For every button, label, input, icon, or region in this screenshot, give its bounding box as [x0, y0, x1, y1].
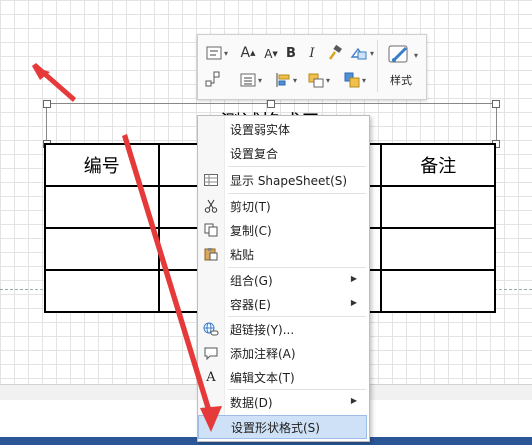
annotation-arrow-head [32, 66, 50, 80]
menu-separator [228, 267, 366, 268]
paste-icon [203, 246, 219, 262]
submenu-arrow-icon: ▶ [350, 274, 357, 283]
menu-item-set-composite[interactable]: 设置复合 [198, 142, 367, 164]
resize-handle[interactable] [43, 100, 51, 108]
arrange-button[interactable]: ▾ [340, 70, 370, 90]
shrink-font-icon: A [264, 47, 273, 61]
position-button[interactable]: ▾ [305, 70, 333, 90]
grow-font-icon: A [240, 45, 251, 61]
chevron-down-icon: ▾ [257, 75, 262, 85]
table-cell[interactable] [44, 185, 160, 229]
shapes-icon [350, 47, 367, 60]
menu-item-container[interactable]: 容器(E) ▶ [198, 293, 367, 315]
chevron-down-icon: ▾ [413, 50, 418, 60]
submenu-arrow-icon: ▶ [350, 298, 357, 307]
menu-item-set-weak-entity[interactable]: 设置弱实体 [198, 118, 367, 140]
toolbar-divider [377, 40, 378, 92]
format-painter-icon [328, 45, 342, 60]
edit-text-icon: A [206, 369, 216, 385]
menu-item-data[interactable]: 数据(D) ▶ [198, 391, 367, 413]
annotation-arrow-shaft [32, 63, 76, 102]
align-icon [276, 73, 290, 87]
text-block-button[interactable]: ▾ [202, 43, 232, 63]
table-cell[interactable] [380, 227, 496, 271]
paragraph-button[interactable]: ▾ [236, 70, 266, 90]
styles-button[interactable]: ▾ [385, 40, 419, 70]
menu-item-copy[interactable]: 复制(C) [198, 219, 367, 241]
table-cell[interactable] [44, 269, 160, 313]
menu-separator [228, 316, 366, 317]
chevron-down-icon: ▾ [292, 75, 297, 85]
connector-icon [205, 71, 220, 87]
chevron-down-icon: ▾ [325, 75, 330, 85]
paragraph-icon [240, 73, 256, 87]
table-cell[interactable] [44, 227, 160, 271]
table-cell[interactable] [380, 269, 496, 313]
menu-separator [228, 166, 366, 167]
hyperlink-icon [203, 321, 219, 337]
comment-icon [203, 345, 219, 361]
table-cell[interactable] [380, 185, 496, 229]
submenu-arrow-icon: ▶ [350, 396, 357, 405]
menu-item-format-shape[interactable]: 设置形状格式(S) [198, 415, 367, 439]
chevron-down-icon: ▾ [361, 75, 366, 85]
bold-icon: B [286, 45, 296, 61]
menu-item-add-comment[interactable]: 添加注释(A) [198, 342, 367, 364]
resize-handle[interactable] [492, 100, 500, 108]
chevron-down-icon: ▾ [369, 48, 374, 58]
italic-button[interactable]: I [304, 43, 320, 63]
grow-font-button[interactable]: A ▲ [239, 43, 257, 63]
styles-label: 样式 [390, 74, 412, 87]
shapesheet-icon [203, 172, 219, 188]
connector-button[interactable] [202, 69, 224, 89]
table-cell[interactable]: 备注 [380, 143, 496, 187]
menu-item-paste[interactable]: 粘贴 [198, 243, 367, 265]
resize-handle[interactable] [267, 100, 275, 108]
menu-item-cut[interactable]: 剪切(T) [198, 195, 367, 217]
table-cell[interactable]: 编号 [44, 143, 160, 187]
menu-item-group[interactable]: 组合(G) ▶ [198, 269, 367, 291]
shrink-font-button[interactable]: A ▼ [262, 44, 280, 64]
text-block-icon [206, 46, 222, 60]
styles-brush-icon [388, 45, 408, 63]
chevron-down-icon: ▾ [223, 48, 228, 58]
menu-separator [228, 389, 366, 390]
menu-item-edit-text[interactable]: A 编辑文本(T) [198, 366, 367, 388]
format-painter-button[interactable] [325, 43, 345, 63]
menu-item-show-shapesheet[interactable]: 显示 ShapeSheet(S) [198, 169, 367, 191]
scissors-icon [203, 198, 219, 214]
position-icon [308, 73, 324, 88]
bold-button[interactable]: B [283, 43, 299, 63]
menu-item-hyperlink[interactable]: 超链接(Y)... [198, 318, 367, 340]
shape-style-button[interactable]: ▾ [347, 43, 377, 63]
copy-icon [203, 222, 219, 238]
menu-separator [228, 193, 366, 194]
align-button[interactable]: ▾ [272, 70, 300, 90]
arrange-icon [344, 72, 360, 88]
italic-icon: I [309, 45, 315, 61]
